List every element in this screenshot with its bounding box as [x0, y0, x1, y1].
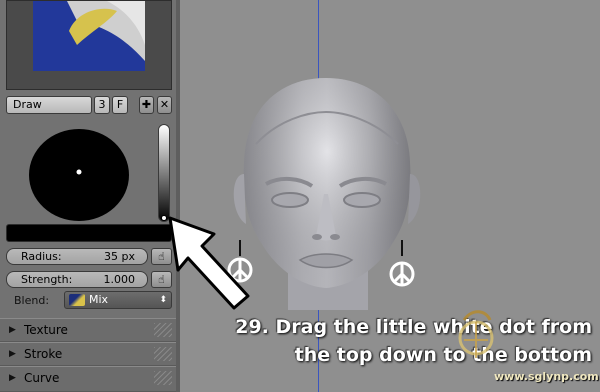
- current-color-swatch[interactable]: [6, 224, 172, 242]
- section-title: Curve: [24, 371, 60, 385]
- brush-users-count[interactable]: 3: [94, 96, 110, 114]
- blend-mode-select[interactable]: Mix ⬍: [64, 291, 172, 309]
- expand-triangle-icon: ▶: [9, 373, 16, 383]
- chevron-updown-icon: ⬍: [159, 295, 167, 305]
- plus-icon: ✚: [141, 98, 152, 111]
- radius-value: 35 px: [104, 250, 135, 263]
- pointer-arrow-icon: [168, 216, 250, 310]
- blend-mode-icon: [69, 294, 85, 306]
- remove-brush-button[interactable]: ✕: [157, 96, 172, 114]
- curve-section-header[interactable]: ▶ Curve: [0, 366, 176, 392]
- hand-pressure-icon: ☝: [158, 273, 165, 286]
- blend-label: Blend:: [14, 294, 50, 307]
- section-title: Stroke: [24, 347, 63, 361]
- value-slider-handle[interactable]: [161, 215, 167, 221]
- section-title: Texture: [24, 323, 68, 337]
- expand-triangle-icon: ▶: [9, 349, 16, 359]
- stroke-section-header[interactable]: ▶ Stroke: [0, 342, 176, 366]
- radius-label: Radius:: [21, 250, 62, 263]
- tutorial-caption-line1: 29. Drag the little white dot from: [235, 316, 592, 338]
- brush-name-field[interactable]: Draw: [6, 96, 92, 114]
- strength-label: Strength:: [21, 273, 73, 286]
- radius-field[interactable]: Radius: 35 px: [6, 248, 148, 265]
- brush-preview-thumbnail[interactable]: [6, 0, 172, 90]
- x-icon: ✕: [159, 98, 170, 111]
- tutorial-caption-line2: the top down to the bottom: [294, 344, 592, 366]
- strength-field[interactable]: Strength: 1.000: [6, 271, 148, 288]
- hand-pressure-icon: ☝: [158, 250, 165, 263]
- expand-triangle-icon: ▶: [9, 325, 16, 335]
- blend-mode-value: Mix: [89, 293, 109, 306]
- value-slider[interactable]: [158, 124, 170, 222]
- drag-grip-icon[interactable]: [154, 371, 172, 385]
- fake-user-button[interactable]: F: [112, 96, 128, 114]
- peace-earring-right-icon: [389, 240, 415, 287]
- color-wheel-cursor[interactable]: [76, 169, 82, 175]
- watermark-url: www.sglynp.com: [494, 370, 599, 383]
- watermark-logo-icon: [458, 310, 494, 358]
- color-wheel[interactable]: [28, 128, 130, 222]
- drag-grip-icon[interactable]: [154, 323, 172, 337]
- brush-datablock-row: Draw 3 F ✚ ✕: [6, 96, 172, 114]
- add-brush-button[interactable]: ✚: [139, 96, 154, 114]
- strength-value: 1.000: [103, 273, 136, 286]
- texture-section-header[interactable]: ▶ Texture: [0, 318, 176, 342]
- drag-grip-icon[interactable]: [154, 347, 172, 361]
